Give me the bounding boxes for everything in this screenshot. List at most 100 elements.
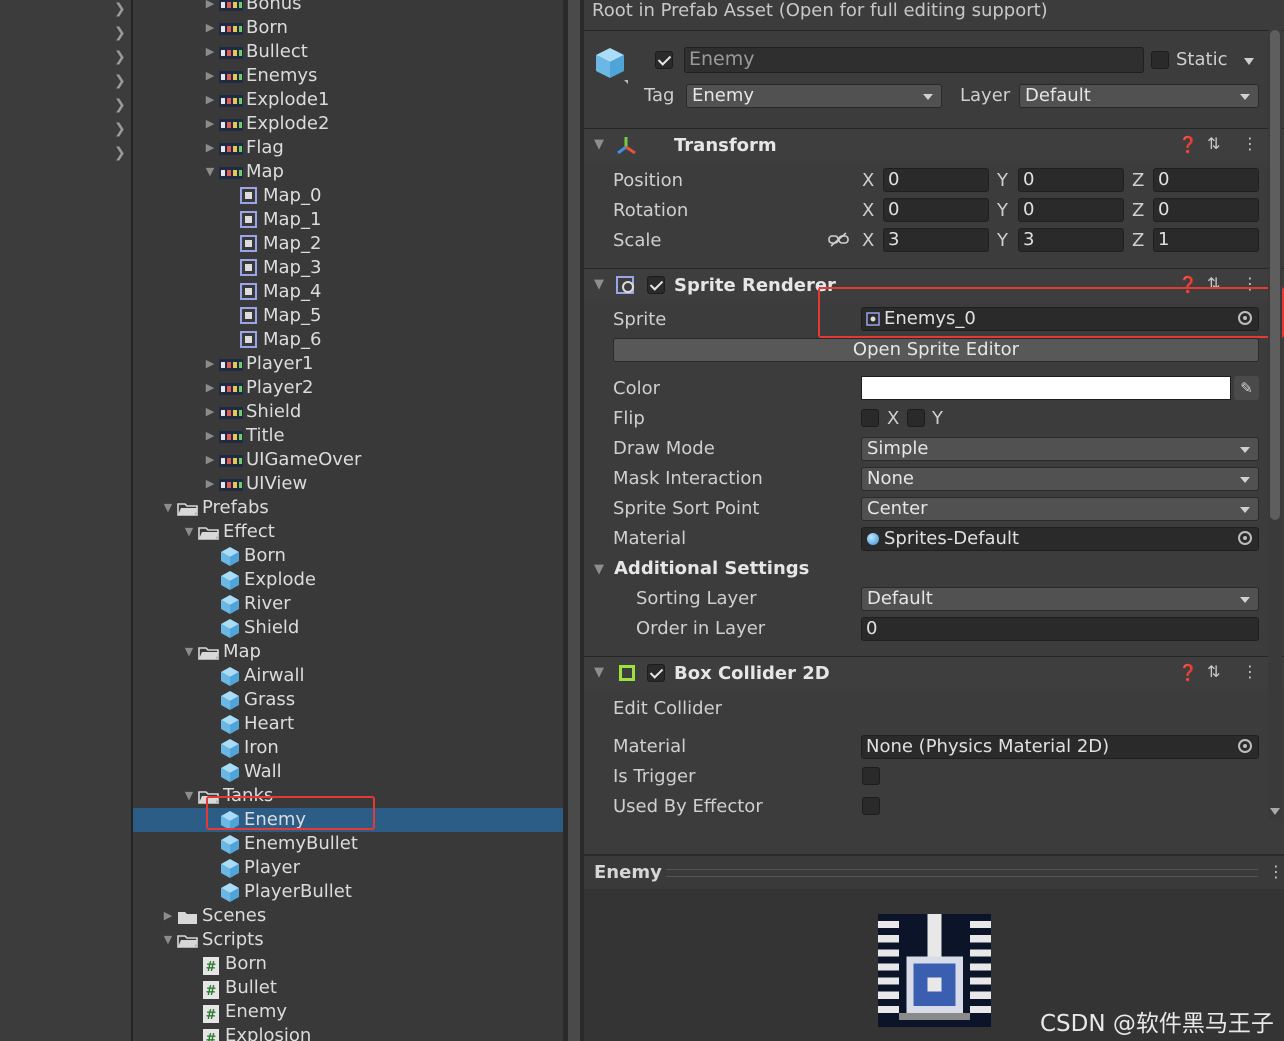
tree-item[interactable]: ▶ Enemys [133, 64, 563, 88]
tree-item[interactable]: Heart [133, 712, 563, 736]
tree-item[interactable]: ▶ Bonus [133, 0, 563, 16]
object-picker-icon[interactable] [1238, 739, 1252, 753]
chevron-right-icon[interactable]: ❯ [114, 98, 126, 112]
collapse-arrow-icon[interactable]: ▶ [203, 112, 217, 136]
order-in-layer-field[interactable]: 0 [861, 617, 1259, 641]
active-checkbox[interactable] [655, 51, 673, 69]
tree-item[interactable]: Born [133, 544, 563, 568]
tree-item[interactable]: Map_0 [133, 184, 563, 208]
panel-splitter[interactable] [563, 0, 584, 1041]
tree-item[interactable]: Map_5 [133, 304, 563, 328]
tree-item[interactable]: ▶ Player2 [133, 376, 563, 400]
tag-dropdown[interactable]: Enemy [686, 84, 942, 108]
layer-dropdown[interactable]: Default [1019, 84, 1259, 108]
tree-item[interactable]: ▶ Flag [133, 136, 563, 160]
position-z-field[interactable]: 0 [1153, 168, 1259, 192]
expand-arrow-icon[interactable]: ▼ [161, 928, 175, 952]
expand-arrow-icon[interactable]: ▼ [161, 496, 175, 520]
object-picker-icon[interactable] [1238, 531, 1252, 545]
tree-item[interactable]: ▶ Explode1 [133, 88, 563, 112]
position-y-field[interactable]: 0 [1018, 168, 1124, 192]
tree-item[interactable]: # Born [133, 952, 563, 976]
rotation-x-field[interactable]: 0 [883, 198, 989, 222]
tree-item[interactable]: ▶ Player1 [133, 352, 563, 376]
static-dropdown-icon[interactable] [1244, 58, 1254, 65]
color-swatch[interactable] [861, 376, 1231, 400]
chevron-right-icon[interactable]: ❯ [114, 2, 126, 16]
tree-item[interactable]: ▼ Scripts [133, 928, 563, 952]
tree-item[interactable]: Grass [133, 688, 563, 712]
tree-item[interactable]: Map_1 [133, 208, 563, 232]
chevron-right-icon[interactable]: ❯ [114, 146, 126, 160]
fold-arrow-icon[interactable]: ▼ [594, 665, 604, 680]
static-checkbox[interactable] [1151, 51, 1169, 69]
inspector-scrollbar[interactable] [1268, 30, 1282, 820]
chevron-right-icon[interactable]: ❯ [114, 26, 126, 40]
tree-item[interactable]: Explode [133, 568, 563, 592]
sprite-renderer-enabled-checkbox[interactable] [647, 276, 665, 294]
tree-item[interactable]: ▶ Bullect [133, 40, 563, 64]
tree-item[interactable]: ▶ Scenes [133, 904, 563, 928]
tree-item[interactable]: ▶ Shield [133, 400, 563, 424]
tree-item[interactable]: ▼ Map [133, 640, 563, 664]
chevron-right-icon[interactable]: ❯ [114, 50, 126, 64]
fold-arrow-icon[interactable]: ▼ [594, 277, 604, 292]
tree-item[interactable]: ▼ Effect [133, 520, 563, 544]
rotation-z-field[interactable]: 0 [1153, 198, 1259, 222]
collapse-arrow-icon[interactable]: ▶ [203, 40, 217, 64]
expand-arrow-icon[interactable]: ▼ [203, 160, 217, 184]
help-icon[interactable]: ❓ [1178, 663, 1198, 682]
collapse-arrow-icon[interactable]: ▶ [203, 352, 217, 376]
preview-header[interactable]: Enemy ⋮ [584, 854, 1284, 891]
position-x-field[interactable]: 0 [883, 168, 989, 192]
tree-item[interactable]: Wall [133, 760, 563, 784]
tree-item[interactable]: Map_3 [133, 256, 563, 280]
chevron-right-icon[interactable]: ❯ [114, 74, 126, 88]
object-name-field[interactable]: Enemy [684, 47, 1144, 73]
chevron-right-icon[interactable]: ❯ [114, 122, 126, 136]
collapse-arrow-icon[interactable]: ▶ [203, 16, 217, 40]
tree-item[interactable]: PlayerBullet [133, 880, 563, 904]
help-icon[interactable]: ❓ [1178, 135, 1198, 154]
tree-item[interactable]: # Enemy [133, 1000, 563, 1024]
material-field[interactable]: Sprites-Default [861, 527, 1259, 551]
tree-item[interactable]: Map_6 [133, 328, 563, 352]
box-collider-enabled-checkbox[interactable] [647, 664, 665, 682]
open-sprite-editor-button[interactable]: Open Sprite Editor [613, 338, 1259, 362]
tree-item[interactable]: ▼ Prefabs [133, 496, 563, 520]
scale-y-field[interactable]: 3 [1018, 228, 1124, 252]
rotation-y-field[interactable]: 0 [1018, 198, 1124, 222]
used-by-effector-checkbox[interactable] [862, 797, 880, 815]
sort-point-dropdown[interactable]: Center [861, 497, 1259, 521]
more-menu-icon[interactable]: ⋮ [1242, 134, 1258, 153]
mask-interaction-dropdown[interactable]: None [861, 467, 1259, 491]
collapse-arrow-icon[interactable]: ▶ [203, 424, 217, 448]
tree-item[interactable]: Iron [133, 736, 563, 760]
physics-material-field[interactable]: None (Physics Material 2D) [861, 735, 1259, 759]
tree-item[interactable]: EnemyBullet [133, 832, 563, 856]
transform-header[interactable]: ▼ Transform ❓ ⇅ ⋮ [584, 128, 1284, 161]
scale-x-field[interactable]: 3 [883, 228, 989, 252]
collapse-arrow-icon[interactable]: ▶ [203, 88, 217, 112]
expand-arrow-icon[interactable]: ▼ [182, 520, 196, 544]
is-trigger-checkbox[interactable] [862, 767, 880, 785]
draw-mode-dropdown[interactable]: Simple [861, 437, 1259, 461]
fold-arrow-icon[interactable]: ▼ [594, 137, 604, 152]
tree-item[interactable]: Shield [133, 616, 563, 640]
collapse-arrow-icon[interactable]: ▶ [203, 472, 217, 496]
tree-item[interactable]: ▶ UIGameOver [133, 448, 563, 472]
tree-item[interactable]: # Bullet [133, 976, 563, 1000]
additional-settings-label[interactable]: Additional Settings [614, 558, 809, 579]
flip-y-checkbox[interactable] [907, 409, 925, 427]
sorting-layer-dropdown[interactable]: Default [861, 587, 1259, 611]
eyedropper-icon[interactable]: ✎ [1234, 376, 1259, 400]
expand-arrow-icon[interactable]: ▼ [182, 784, 196, 808]
tree-item[interactable]: Map_4 [133, 280, 563, 304]
tree-item[interactable]: # Explosion [133, 1024, 563, 1041]
collapse-arrow-icon[interactable]: ▶ [161, 904, 175, 928]
collapse-arrow-icon[interactable]: ▶ [203, 0, 217, 16]
scale-z-field[interactable]: 1 [1153, 228, 1259, 252]
expand-arrow-icon[interactable]: ▼ [182, 640, 196, 664]
tree-item[interactable]: ▶ Born [133, 16, 563, 40]
preset-icon[interactable]: ⇅ [1207, 662, 1220, 681]
